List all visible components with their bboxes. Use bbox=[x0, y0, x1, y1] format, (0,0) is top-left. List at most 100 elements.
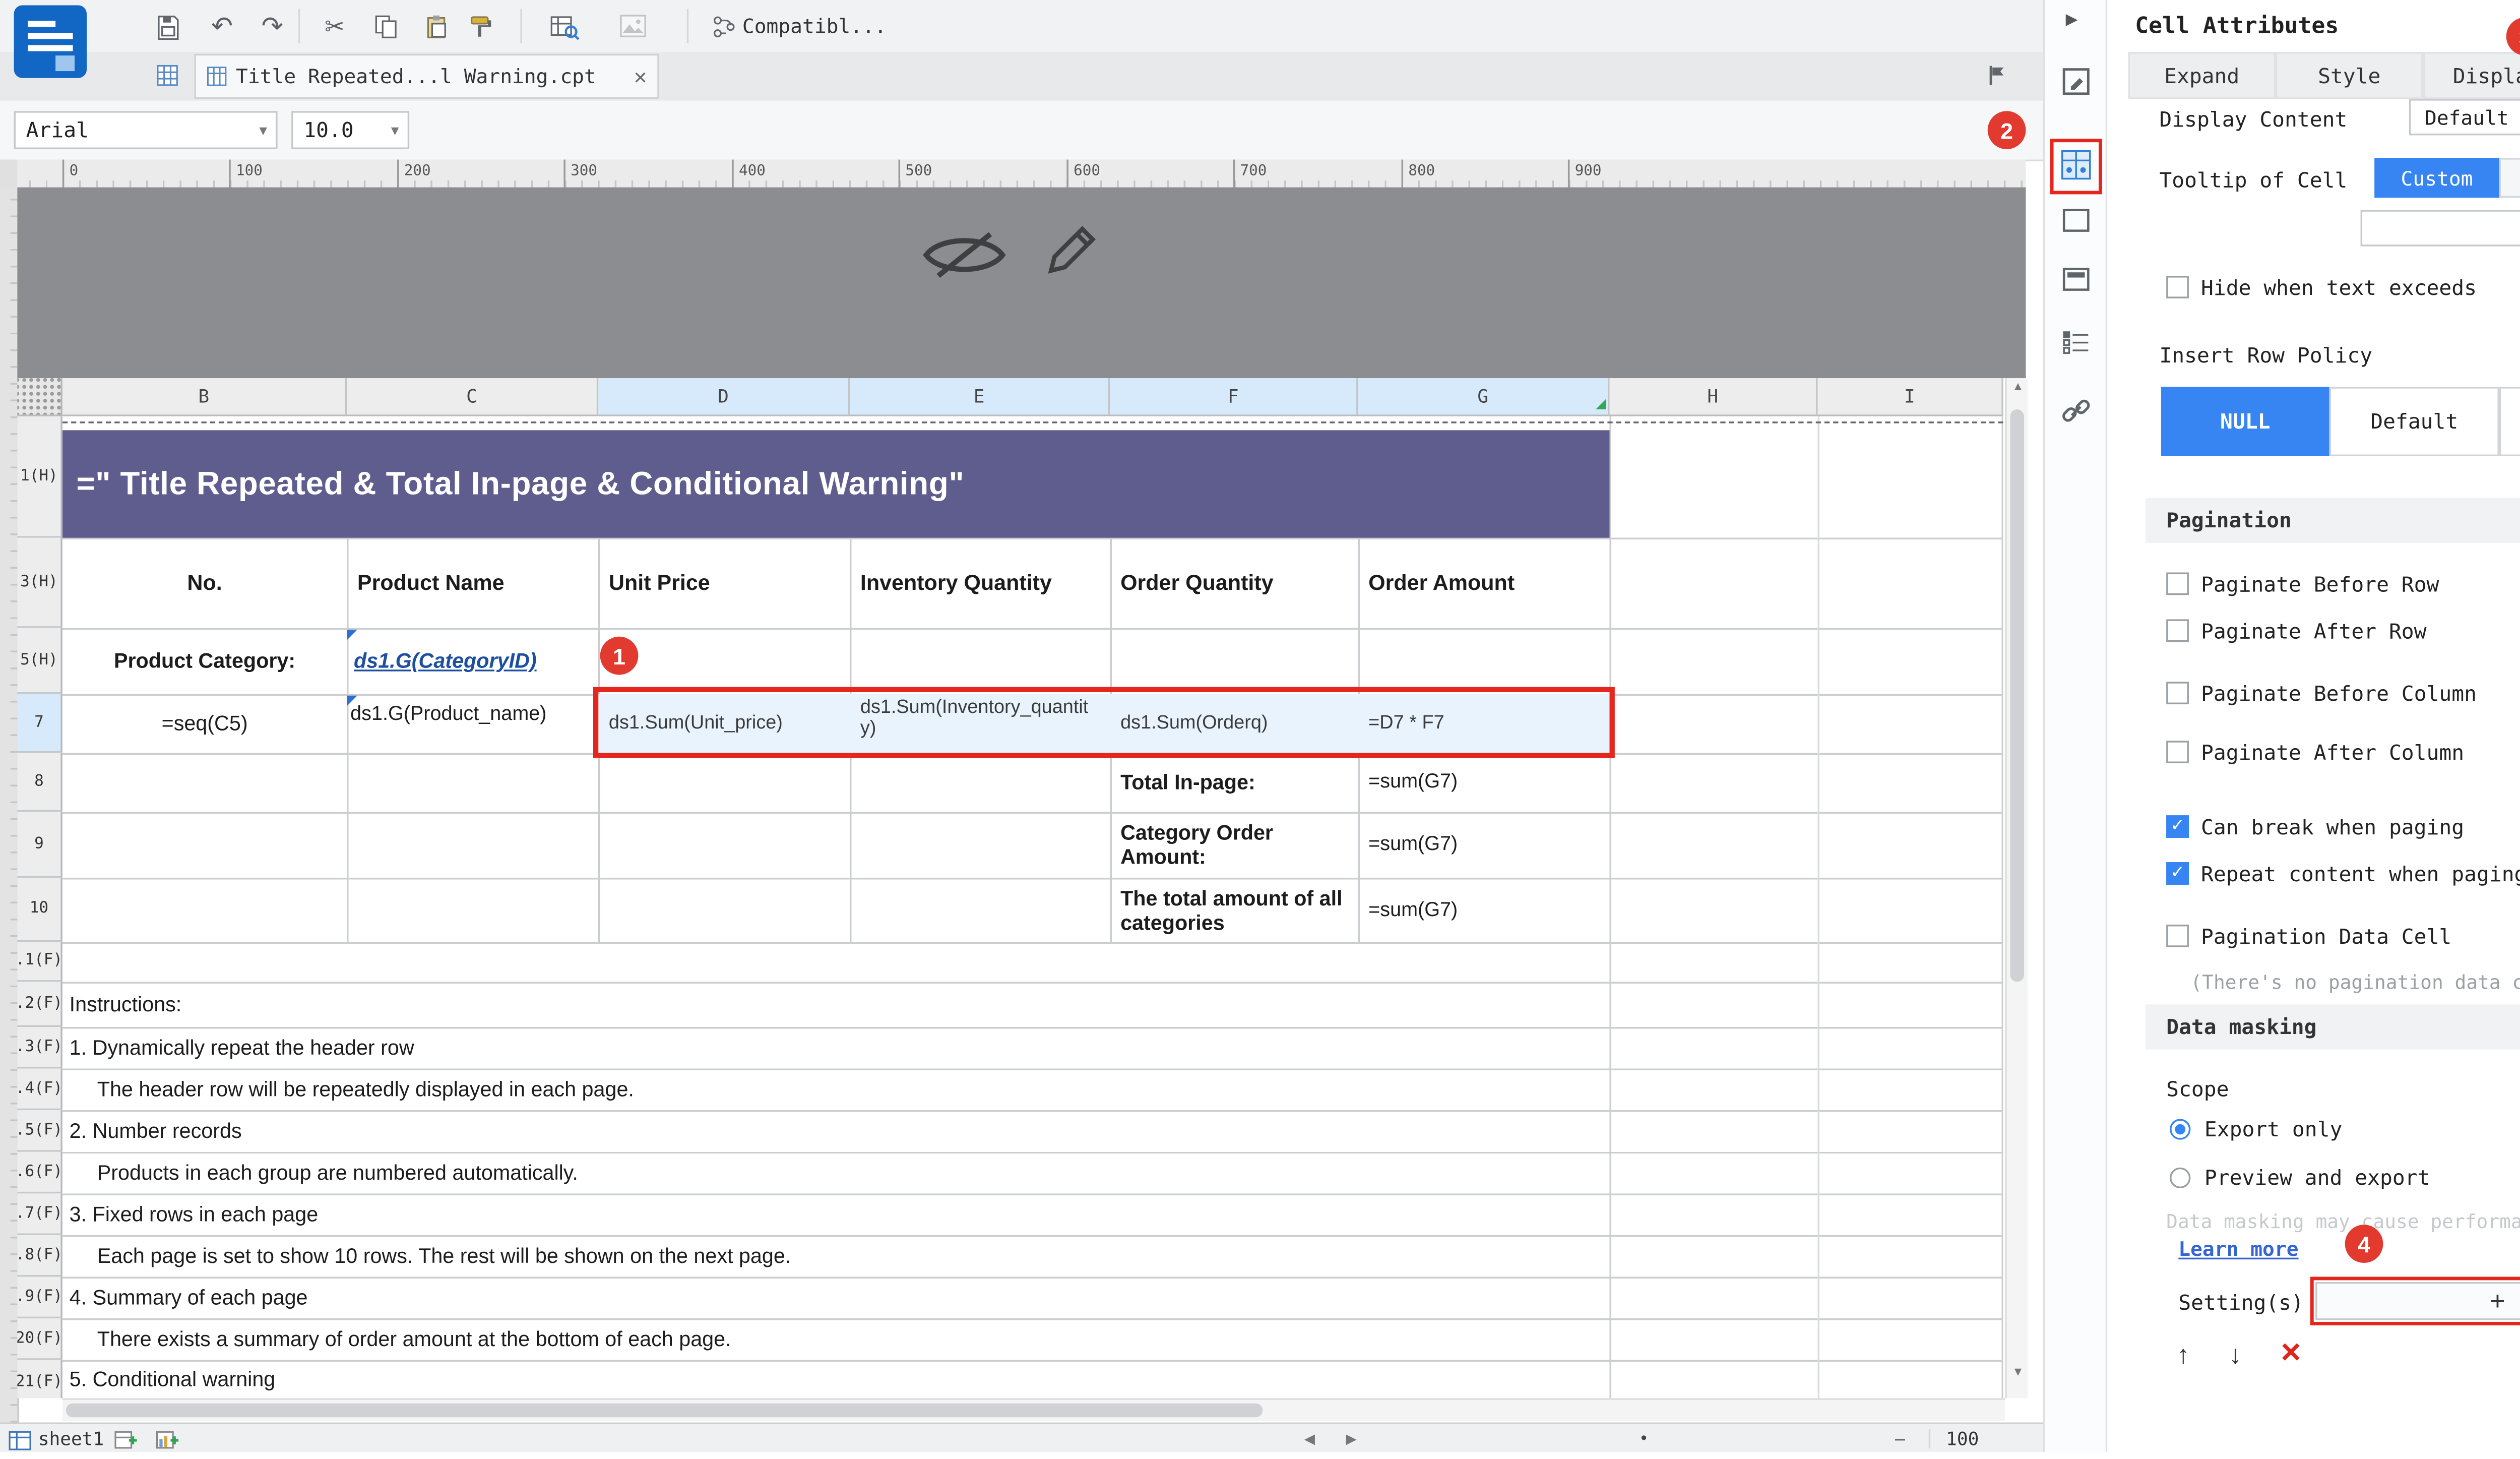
row-header[interactable]: 20(F) bbox=[17, 1318, 62, 1360]
pagination-section-header[interactable]: Pagination ▾ bbox=[2146, 498, 2520, 543]
product-formula-cell[interactable]: ds1.G(Product_name) bbox=[350, 694, 595, 753]
row-header[interactable]: .7(F) bbox=[17, 1193, 62, 1235]
tooltip-cell-value-button[interactable]: Cell Value bbox=[2499, 158, 2520, 198]
row-header[interactable]: .9(F) bbox=[17, 1277, 62, 1319]
instruction-line[interactable]: 5. Conditional warning bbox=[62, 1360, 1623, 1399]
zoom-out-icon[interactable]: − bbox=[1894, 1428, 1906, 1452]
policy-null-button[interactable]: NULL bbox=[2161, 387, 2329, 456]
radio-preview-and-export[interactable] bbox=[2170, 1168, 2190, 1188]
instructions-title-cell[interactable]: Instructions: bbox=[62, 982, 1103, 1027]
column-header-h[interactable]: H bbox=[1610, 378, 1818, 416]
instruction-line[interactable]: The header row will be repeatedly displa… bbox=[62, 1069, 1623, 1111]
header-cell-no[interactable]: No. bbox=[62, 538, 347, 628]
column-header-f[interactable]: F bbox=[1110, 378, 1358, 416]
tab-display[interactable]: Display bbox=[2423, 52, 2520, 99]
cut-icon[interactable]: ✂ bbox=[316, 7, 354, 45]
instruction-line[interactable]: 3. Fixed rows in each page bbox=[62, 1193, 1623, 1235]
zoom-value[interactable]: 100 bbox=[1946, 1429, 1979, 1450]
summary-formula-cell[interactable]: =sum(G7) bbox=[1358, 812, 1610, 878]
row-header[interactable]: 10 bbox=[17, 878, 62, 942]
summary-label-cell[interactable]: Category Order Amount: bbox=[1110, 812, 1358, 878]
page-nav-right-icon[interactable]: ▶ bbox=[1346, 1431, 1356, 1447]
tab-expand[interactable]: Expand bbox=[2128, 52, 2276, 99]
widget-settings-icon[interactable] bbox=[2060, 66, 2092, 106]
hyperlink-icon[interactable] bbox=[2060, 396, 2092, 436]
row-header[interactable]: .1(F) bbox=[17, 942, 62, 982]
instruction-line[interactable]: Each page is set to show 10 rows. The re… bbox=[62, 1235, 1623, 1277]
tooltip-custom-button[interactable]: Custom bbox=[2374, 158, 2499, 198]
app-logo[interactable] bbox=[14, 5, 87, 87]
instruction-line[interactable]: 4. Summary of each page bbox=[62, 1277, 1623, 1319]
report-title-cell[interactable]: =" Title Repeated & Total In-page & Cond… bbox=[62, 430, 1610, 537]
scroll-up-icon[interactable]: ▲ bbox=[2007, 382, 2030, 394]
category-label-cell[interactable]: Product Category: bbox=[62, 628, 347, 694]
report-grid-icon[interactable] bbox=[156, 64, 179, 95]
learn-more-link[interactable]: Learn more bbox=[2178, 1237, 2298, 1261]
horizontal-scroll-thumb[interactable] bbox=[66, 1404, 1263, 1418]
collapse-panel-icon[interactable]: ▶ bbox=[2066, 11, 2078, 30]
row-header[interactable]: 3(H) bbox=[17, 538, 62, 628]
checkbox-hide-when-text-exceeds[interactable] bbox=[2166, 276, 2189, 298]
font-family-select[interactable]: Arial ▾ bbox=[14, 111, 278, 149]
header-cell-inventory-quantity[interactable]: Inventory Quantity bbox=[850, 538, 1110, 628]
paste-icon[interactable] bbox=[416, 7, 455, 45]
horizontal-scrollbar[interactable] bbox=[62, 1398, 2005, 1421]
instruction-line[interactable]: 1. Dynamically repeat the header row bbox=[62, 1027, 1623, 1069]
save-icon[interactable] bbox=[149, 7, 187, 45]
row-header[interactable]: .8(F) bbox=[17, 1235, 62, 1277]
column-header-c[interactable]: C bbox=[347, 378, 598, 416]
radio-export-only[interactable] bbox=[2170, 1119, 2190, 1139]
summary-formula-cell[interactable]: =sum(G7) bbox=[1358, 753, 1610, 812]
report-flag-icon[interactable] bbox=[1988, 64, 2007, 95]
tooltip-input[interactable] bbox=[2361, 210, 2520, 246]
tab-close-icon[interactable]: × bbox=[634, 64, 647, 90]
checkbox-pagination-data-cell[interactable] bbox=[2166, 925, 2189, 947]
condition-attributes-icon[interactable] bbox=[2062, 330, 2090, 362]
select-all-corner[interactable] bbox=[17, 378, 62, 416]
column-header-g[interactable]: G bbox=[1358, 378, 1610, 416]
compatibility-icon[interactable] bbox=[704, 7, 742, 45]
row-header[interactable]: 7 bbox=[17, 694, 62, 753]
column-header-d[interactable]: D bbox=[598, 378, 850, 416]
vertical-scroll-thumb[interactable] bbox=[2010, 409, 2024, 982]
hide-preview-eye-icon[interactable] bbox=[923, 225, 1006, 293]
insert-chart-sheet-icon[interactable] bbox=[156, 1428, 179, 1459]
row-header[interactable]: .6(F) bbox=[17, 1152, 62, 1194]
row-header[interactable]: 1(H) bbox=[17, 416, 62, 538]
undo-icon[interactable]: ↶ bbox=[203, 7, 241, 45]
insert-grid-sheet-icon[interactable] bbox=[114, 1428, 137, 1459]
move-down-icon[interactable]: ↓ bbox=[2229, 1341, 2242, 1370]
row-header[interactable]: 9 bbox=[17, 812, 62, 878]
copy-icon[interactable] bbox=[366, 7, 404, 45]
table-search-icon[interactable] bbox=[545, 7, 583, 45]
data-masking-section-header[interactable]: Data masking ▾ bbox=[2146, 1004, 2520, 1049]
row-header[interactable]: 21(F) bbox=[17, 1360, 62, 1399]
header-cell-unit-price[interactable]: Unit Price bbox=[598, 538, 850, 628]
cell-element-icon[interactable] bbox=[2062, 208, 2090, 241]
column-header-b[interactable]: B bbox=[62, 378, 347, 416]
checkbox-paginate-after-column[interactable] bbox=[2166, 741, 2189, 763]
row-header[interactable]: .2(F) bbox=[17, 982, 62, 1027]
header-cell-product-name[interactable]: Product Name bbox=[347, 538, 598, 628]
edit-pencil-icon[interactable] bbox=[1044, 222, 1100, 293]
instruction-line[interactable]: There exists a summary of order amount a… bbox=[62, 1318, 1623, 1360]
display-content-select[interactable]: Default ▾ bbox=[2409, 99, 2520, 135]
scroll-down-icon[interactable]: ▼ bbox=[2007, 1367, 2030, 1379]
checkbox-can-break-when-paging[interactable]: ✓ bbox=[2166, 815, 2189, 838]
page-nav-left-icon[interactable]: ◀ bbox=[1304, 1431, 1315, 1447]
header-cell-order-quantity[interactable]: Order Quantity bbox=[1110, 538, 1358, 628]
redo-icon[interactable]: ↷ bbox=[253, 7, 291, 45]
move-up-icon[interactable]: ↑ bbox=[2177, 1341, 2190, 1370]
row-header[interactable]: .4(F) bbox=[17, 1069, 62, 1111]
row-header[interactable]: 5(H) bbox=[17, 628, 62, 694]
policy-original-button[interactable]: Original bbox=[2499, 387, 2520, 456]
summary-formula-cell[interactable]: =sum(G7) bbox=[1358, 878, 1610, 942]
active-document-tab[interactable]: Title Repeated...l Warning.cpt × bbox=[194, 54, 659, 99]
header-cell-order-amount[interactable]: Order Amount bbox=[1358, 538, 1610, 628]
sheet-grid[interactable]: =" Title Repeated & Total In-page & Cond… bbox=[62, 416, 2003, 1399]
checkbox-repeat-content-when-paging[interactable]: ✓ bbox=[2166, 862, 2189, 885]
checkbox-paginate-before-row[interactable] bbox=[2166, 572, 2189, 595]
column-header-e[interactable]: E bbox=[850, 378, 1110, 416]
summary-label-cell[interactable]: The total amount of all categories bbox=[1110, 878, 1358, 942]
column-header-i[interactable]: I bbox=[1817, 378, 2003, 416]
